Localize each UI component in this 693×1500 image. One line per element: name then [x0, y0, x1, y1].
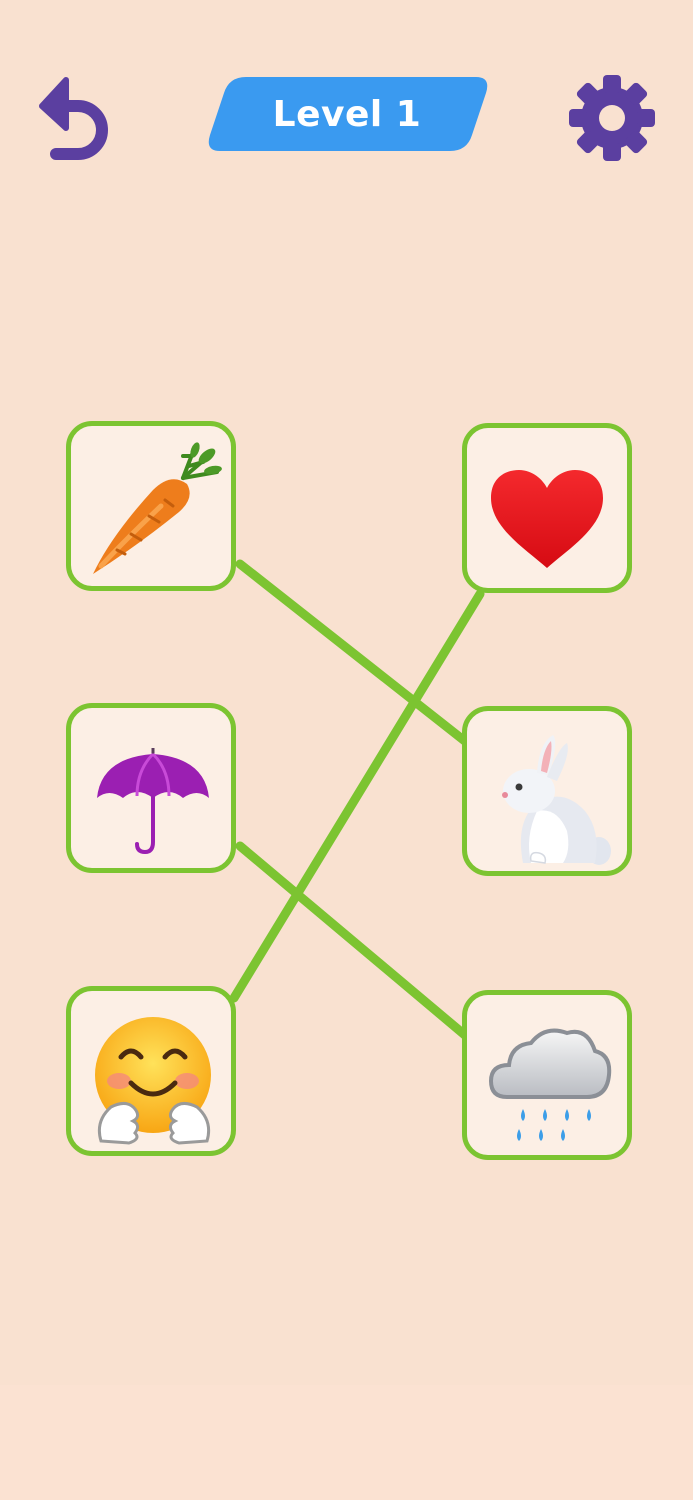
- heart-icon: [491, 470, 603, 568]
- connection-line-carrot-rabbit: [235, 559, 471, 747]
- gear-icon: [569, 75, 655, 161]
- game-screen: Level 1 carrot: [0, 0, 693, 1500]
- card-hug[interactable]: smiling face with open hands: [66, 986, 236, 1156]
- level-title: Level 1: [272, 93, 422, 135]
- card-rabbit[interactable]: rabbit: [462, 706, 632, 876]
- undo-arrow-icon: [39, 77, 108, 160]
- settings-button[interactable]: [566, 72, 658, 164]
- connection-line-umbrella-cloud: [235, 841, 471, 1041]
- undo-button[interactable]: [32, 68, 116, 160]
- card-heart[interactable]: heart: [462, 423, 632, 593]
- rabbit-icon: [502, 735, 611, 865]
- rain-cloud-icon: [488, 1028, 612, 1141]
- connection-line-hug-heart: [229, 589, 485, 1003]
- card-cloud[interactable]: cloud with rain: [462, 990, 632, 1160]
- umbrella-icon: [97, 748, 209, 855]
- hugging-face-icon: [95, 1017, 211, 1145]
- level-badge: Level 1: [206, 77, 488, 151]
- card-carrot[interactable]: carrot: [66, 421, 236, 591]
- bottom-area: [0, 1385, 693, 1500]
- card-umbrella[interactable]: umbrella: [66, 703, 236, 873]
- carrot-icon: [93, 442, 222, 574]
